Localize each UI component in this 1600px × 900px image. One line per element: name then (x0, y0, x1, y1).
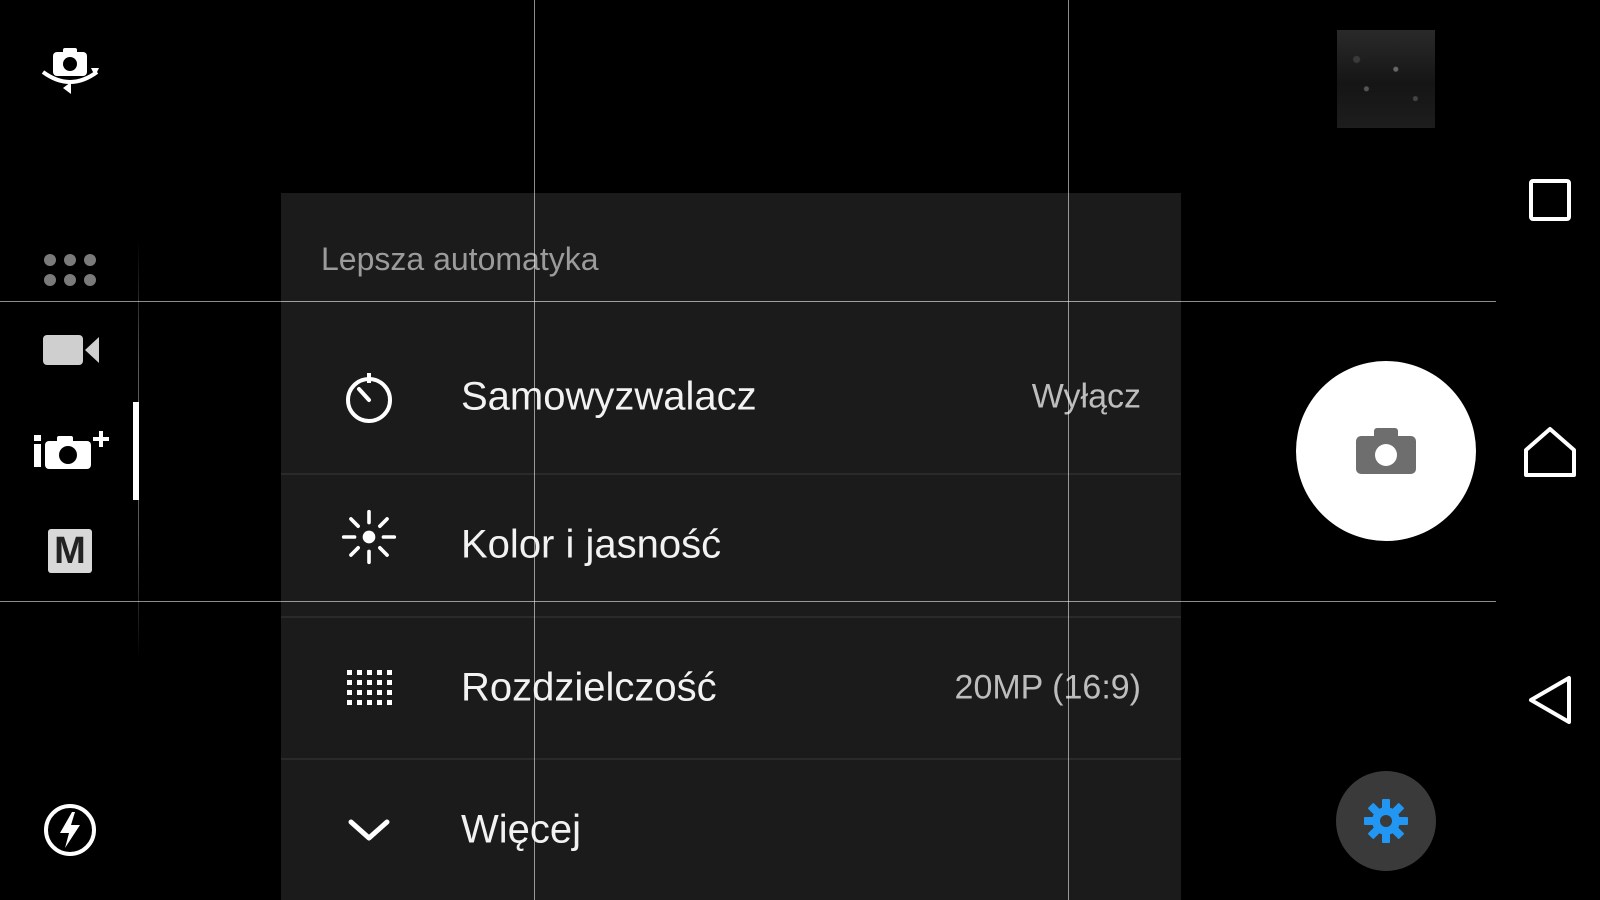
grid-line-horizontal-2 (0, 601, 1496, 602)
manual-mode-icon: M (48, 529, 92, 573)
row-resolution[interactable]: Rozdzielczość 20MP (16:9) (281, 618, 1181, 758)
grid-line-horizontal-1 (0, 301, 1496, 302)
shutter-camera-icon (1356, 428, 1416, 474)
panel-title: Lepsza automatyka (321, 241, 599, 277)
recents-button[interactable] (1520, 170, 1580, 230)
row-self-timer[interactable]: Samowyzwalacz Wyłącz (281, 327, 1181, 467)
flash-auto-icon (44, 804, 96, 856)
superior-auto-mode-button[interactable] (30, 425, 114, 475)
settings-panel: Lepsza automatyka Samowyzwalacz Wyłącz K… (281, 193, 1181, 900)
home-icon (1524, 427, 1576, 477)
grid-line-vertical-2 (1068, 0, 1069, 900)
video-mode-button[interactable] (36, 330, 106, 370)
row-value: Wyłącz (1031, 377, 1141, 416)
row-value: 20MP (16:9) (954, 668, 1141, 707)
gallery-thumbnail[interactable] (1337, 30, 1435, 128)
row-more[interactable]: Więcej (281, 760, 1181, 900)
back-icon (1529, 676, 1571, 724)
switch-camera-button[interactable] (30, 40, 110, 100)
grid-line-vertical-1 (534, 0, 535, 900)
row-label: Rozdzielczość (461, 665, 717, 710)
recents-icon (1529, 179, 1571, 221)
settings-button[interactable] (1336, 771, 1436, 871)
brightness-icon (341, 509, 397, 565)
superior-auto-icon (34, 431, 109, 469)
home-button[interactable] (1516, 420, 1584, 484)
apps-grid-button[interactable] (40, 250, 100, 290)
shutter-button[interactable] (1296, 361, 1476, 541)
video-camera-icon (43, 335, 99, 365)
row-label: Samowyzwalacz (461, 374, 757, 419)
self-timer-icon (341, 369, 397, 425)
manual-mode-button[interactable]: M (46, 528, 94, 574)
back-button[interactable] (1520, 670, 1580, 730)
switch-camera-icon (41, 48, 99, 94)
flash-button[interactable] (40, 800, 100, 860)
apps-grid-icon (44, 254, 96, 286)
chevron-down-icon (341, 802, 397, 858)
mode-selected-indicator (133, 402, 139, 500)
row-color-brightness[interactable]: Kolor i jasność (281, 475, 1181, 615)
row-label: Kolor i jasność (461, 522, 722, 567)
resolution-grid-icon (341, 660, 397, 716)
settings-gear-icon (1364, 799, 1408, 843)
manual-mode-letter: M (54, 530, 86, 572)
row-label: Więcej (461, 807, 582, 852)
